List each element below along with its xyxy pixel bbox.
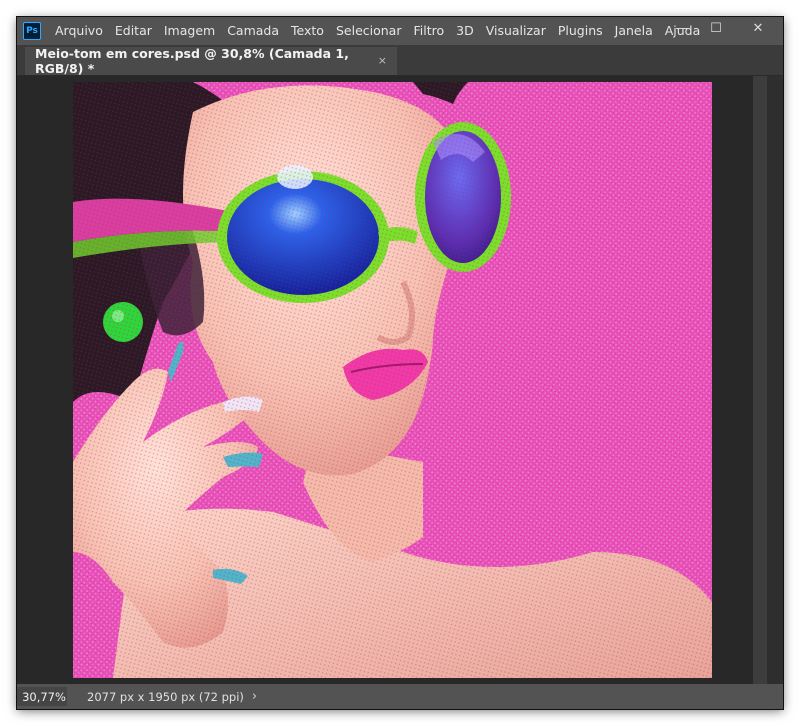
menu-selecionar[interactable]: Selecionar — [330, 17, 408, 45]
tab-close-icon[interactable]: × — [378, 54, 387, 67]
menu-janela[interactable]: Janela — [609, 17, 659, 45]
document-info: 2077 px x 1950 px (72 ppi) — [87, 689, 244, 704]
document-tab[interactable]: Meio-tom em cores.psd @ 30,8% (Camada 1,… — [25, 46, 397, 76]
photoshop-window: Ps Arquivo Editar Imagem Camada Texto Se… — [17, 17, 783, 709]
close-window-button[interactable]: ✕ — [733, 17, 783, 39]
restore-button[interactable]: ☐ — [699, 17, 733, 39]
status-bar: 30,77% 2077 px x 1950 px (72 ppi) › — [17, 684, 783, 709]
minimize-button[interactable]: — — [665, 17, 699, 39]
vertical-scrollbar-thumb[interactable] — [753, 76, 767, 684]
menu-arquivo[interactable]: Arquivo — [49, 17, 109, 45]
canvas-workspace[interactable] — [17, 76, 783, 684]
menu-filtro[interactable]: Filtro — [407, 17, 450, 45]
menu-items: Arquivo Editar Imagem Camada Texto Selec… — [49, 17, 706, 45]
menu-plugins[interactable]: Plugins — [552, 17, 609, 45]
halftone-portrait-image — [73, 82, 712, 678]
menu-imagem[interactable]: Imagem — [158, 17, 221, 45]
document-tab-bar: Meio-tom em cores.psd @ 30,8% (Camada 1,… — [17, 45, 783, 76]
status-menu-arrow-icon[interactable]: › — [252, 689, 257, 704]
menu-editar[interactable]: Editar — [109, 17, 158, 45]
menu-camada[interactable]: Camada — [221, 17, 285, 45]
menu-bar: Ps Arquivo Editar Imagem Camada Texto Se… — [17, 17, 783, 45]
menu-visualizar[interactable]: Visualizar — [480, 17, 552, 45]
document-canvas[interactable] — [73, 82, 712, 678]
window-controls: — ☐ ✕ — [665, 17, 783, 39]
minimize-icon: — — [675, 20, 689, 36]
menu-texto[interactable]: Texto — [285, 17, 330, 45]
restore-icon: ☐ — [710, 20, 722, 36]
photoshop-logo-icon[interactable]: Ps — [23, 22, 41, 40]
zoom-level-field[interactable]: 30,77% — [17, 687, 67, 706]
menu-3d[interactable]: 3D — [450, 17, 480, 45]
document-tab-title: Meio-tom em cores.psd @ 30,8% (Camada 1,… — [35, 46, 349, 76]
close-icon: ✕ — [752, 20, 764, 36]
